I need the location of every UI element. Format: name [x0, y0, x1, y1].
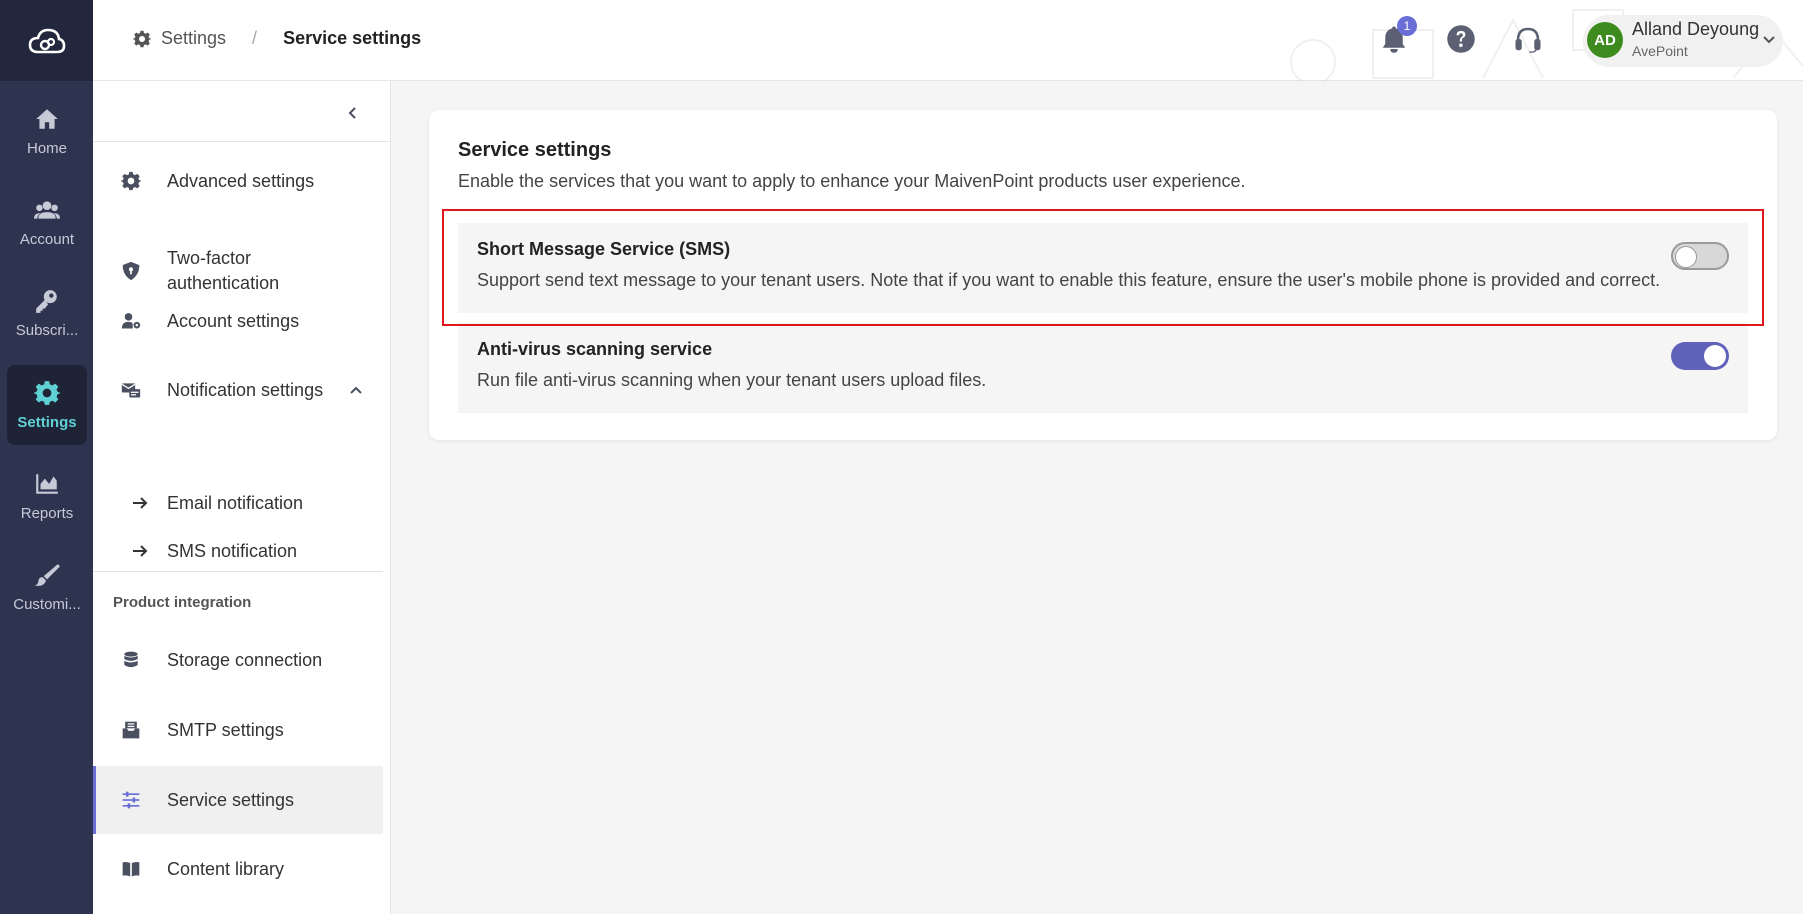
- service-description: Run file anti-virus scanning when your t…: [477, 370, 987, 390]
- service-title: Short Message Service (SMS): [477, 239, 731, 259]
- rail-item-label: Settings: [17, 413, 77, 431]
- service-description: Support send text message to your tenant…: [477, 270, 1661, 290]
- top-header: Settings / Service settings 1: [93, 0, 1803, 81]
- toggle-knob: [1675, 246, 1697, 268]
- key-icon: [36, 289, 57, 313]
- rail-item-label: Reports: [20, 504, 74, 522]
- rail-item-customization[interactable]: Customi...: [7, 547, 87, 627]
- chart-icon: [36, 473, 58, 494]
- rail-item-account[interactable]: Account: [7, 182, 87, 262]
- nav-two-factor[interactable]: Two-factor authentication: [93, 248, 383, 293]
- nav-notification-settings[interactable]: Notification settings: [93, 368, 383, 412]
- nav-label: Content library: [167, 858, 285, 879]
- breadcrumb-current: Service settings: [283, 28, 422, 48]
- breadcrumb: Settings / Service settings: [133, 28, 421, 49]
- sms-toggle[interactable]: [1671, 242, 1729, 270]
- rail-item-label: Subscri...: [15, 321, 79, 339]
- nav-label: Account settings: [167, 310, 300, 331]
- subnav-divider: [93, 571, 383, 572]
- headset-icon: [1515, 27, 1541, 53]
- cloud-logo-icon: [28, 28, 65, 53]
- rail-item-label: Customi...: [13, 595, 81, 613]
- section-label-product-integration: Product integration: [113, 594, 252, 611]
- home-icon: [36, 108, 58, 129]
- notification-count-badge: 1: [1397, 16, 1417, 36]
- users-icon: [34, 200, 60, 219]
- nav-label: SMS notification: [167, 540, 298, 561]
- nav-email-notification[interactable]: Email notification: [93, 488, 383, 518]
- nav-label: Service settings: [167, 789, 295, 810]
- settings-subnav: Advanced settings Two-factor authenticat…: [93, 81, 391, 914]
- breadcrumb-separator: /: [252, 28, 258, 48]
- support-button[interactable]: [1511, 22, 1545, 56]
- rail-item-label: Account: [19, 230, 75, 248]
- gear-icon: [133, 30, 151, 47]
- service-settings-card: Service settings Enable the services tha…: [429, 110, 1777, 440]
- app-rail: Home Account Subscri... Settings Reports…: [0, 0, 93, 914]
- shield-icon: [119, 259, 143, 283]
- avatar[interactable]: AD: [1587, 22, 1623, 58]
- app-logo[interactable]: [0, 0, 93, 81]
- help-icon: [1447, 25, 1475, 53]
- breadcrumb-settings-link[interactable]: Settings: [161, 28, 226, 49]
- nav-smtp-settings[interactable]: SMTP settings: [93, 708, 383, 752]
- service-sms: Short Message Service (SMS) Support send…: [458, 223, 1748, 313]
- nav-storage-connection[interactable]: Storage connection: [93, 638, 383, 682]
- arrow-right-icon: [133, 497, 148, 509]
- nav-label: Email notification: [167, 492, 304, 513]
- nav-label: SMTP settings: [167, 719, 284, 740]
- chevron-up-icon[interactable]: [349, 384, 363, 398]
- user-cog-icon: [119, 309, 143, 333]
- nav-sms-notification[interactable]: SMS notification: [93, 536, 383, 566]
- rail-item-settings[interactable]: Settings: [7, 365, 87, 445]
- chevron-down-icon[interactable]: [1762, 32, 1776, 46]
- collapse-subnav-button[interactable]: [341, 101, 365, 125]
- page-title: Service settings: [458, 139, 612, 161]
- toggle-knob: [1704, 345, 1726, 367]
- sliders-icon: [119, 788, 143, 812]
- book-icon: [119, 857, 143, 881]
- rail-item-label: Home: [26, 139, 67, 157]
- user-name: Alland Deyoung: [1632, 19, 1760, 39]
- nav-label: Notification settings: [167, 379, 324, 400]
- nav-label-line2: authentication: [167, 273, 280, 293]
- notifications-button[interactable]: 1: [1377, 16, 1417, 56]
- gear-icon: [34, 380, 60, 405]
- nav-content-library[interactable]: Content library: [93, 847, 383, 891]
- nav-label-group: Two-factor authentication: [167, 246, 279, 296]
- antivirus-toggle[interactable]: [1671, 342, 1729, 370]
- page-description: Enable the services that you want to app…: [458, 171, 1246, 191]
- nav-account-settings[interactable]: Account settings: [93, 299, 383, 343]
- nav-service-settings[interactable]: Service settings: [93, 766, 383, 834]
- chevron-left-icon: [348, 107, 356, 119]
- rail-item-home[interactable]: Home: [7, 91, 87, 171]
- service-antivirus: Anti-virus scanning service Run file ant…: [458, 323, 1748, 413]
- nav-advanced-settings[interactable]: Advanced settings: [93, 159, 383, 203]
- help-button[interactable]: [1444, 22, 1478, 56]
- service-title: Anti-virus scanning service: [477, 339, 713, 359]
- brush-icon: [35, 563, 60, 586]
- nav-label: Advanced settings: [167, 170, 315, 191]
- gear-icon: [119, 169, 143, 193]
- rail-item-subscription[interactable]: Subscri...: [7, 273, 87, 353]
- notification-icon: [119, 378, 143, 402]
- mail-tray-icon: [119, 718, 143, 742]
- nav-label: Storage connection: [167, 649, 323, 670]
- subnav-divider: [93, 141, 391, 142]
- nav-label: Two-factor: [167, 248, 252, 268]
- user-org: AvePoint: [1632, 43, 1688, 59]
- rail-item-reports[interactable]: Reports: [7, 456, 87, 536]
- database-icon: [119, 648, 143, 672]
- arrow-right-icon: [133, 545, 148, 557]
